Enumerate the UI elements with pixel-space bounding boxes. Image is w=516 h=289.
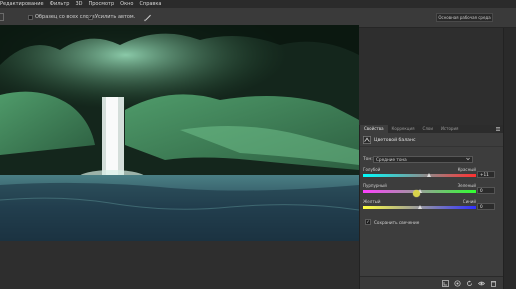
slider-left-label: Пурпурный (363, 183, 387, 188)
properties-panel: Свойства Коррекция Слои История Цветовой… (359, 125, 504, 289)
slider-right-label: Синий (462, 199, 476, 204)
auto-enhance-option[interactable]: ✓ Усилить автом. (88, 14, 135, 20)
clip-layer-icon[interactable] (442, 280, 449, 287)
tab-history[interactable]: История (437, 125, 463, 133)
image-canvas[interactable] (0, 25, 359, 241)
slider-left-label: Голубой (363, 167, 381, 172)
tool-options-button[interactable] (0, 13, 4, 21)
tab-adjustments[interactable]: Коррекция (388, 125, 419, 133)
slider-right-label: Зеленый (457, 183, 476, 188)
yellow-blue-value[interactable]: 0 (477, 203, 495, 210)
magenta-green-value[interactable]: 0 (477, 187, 495, 194)
workspace-switcher[interactable]: Основная рабочая среда (436, 13, 493, 22)
menu-window[interactable]: Окно (120, 1, 133, 7)
auto-enhance-checkbox[interactable]: ✓ (88, 14, 93, 20)
tone-value: Средние тона (376, 156, 407, 162)
preserve-luminosity-checkbox[interactable]: ✓ (365, 219, 371, 225)
preserve-luminosity-option[interactable]: ✓ Сохранить свечение (365, 219, 419, 225)
adjustment-header: Цветовой баланс (360, 134, 504, 147)
tab-layers[interactable]: Слои (419, 125, 437, 133)
mouse-cursor-highlight (413, 190, 420, 197)
tone-label: Тон: (363, 156, 373, 162)
menu-edit[interactable]: Редактирование (0, 1, 44, 7)
panel-menu-icon[interactable] (495, 126, 501, 132)
cyan-red-labels: Голубой Красный (363, 167, 476, 173)
adjustment-title: Цветовой баланс (374, 137, 416, 143)
slider-thumb[interactable] (417, 205, 422, 209)
tone-row: Тон: Средние тона (363, 155, 503, 163)
menu-3d[interactable]: 3D (75, 1, 82, 7)
auto-enhance-label: Усилить автом. (95, 14, 136, 20)
slider-right-label: Красный (457, 167, 476, 172)
brush-icon[interactable] (143, 13, 152, 22)
waterfall-image (0, 25, 359, 241)
yellow-blue-slider: Желтый Синий 0 (363, 199, 501, 219)
sample-all-layers-label: Образец со всех слоев (35, 14, 95, 20)
tab-properties[interactable]: Свойства (360, 125, 388, 133)
menu-filter[interactable]: Фильтр (50, 1, 70, 7)
menu-bar: Редактирование Фильтр 3D Просмотр Окно С… (0, 0, 516, 8)
panel-tabs: Свойства Коррекция Слои История (360, 125, 504, 133)
visibility-icon[interactable] (478, 280, 485, 287)
sample-all-layers-option[interactable]: Образец со всех слоев (28, 14, 95, 20)
reset-icon[interactable] (466, 280, 473, 287)
view-previous-icon[interactable] (454, 280, 461, 287)
panel-footer (360, 276, 504, 289)
menu-view[interactable]: Просмотр (88, 1, 114, 7)
trash-icon[interactable] (490, 280, 497, 287)
menu-help[interactable]: Справка (139, 1, 161, 7)
tone-dropdown[interactable]: Средние тона (373, 155, 473, 163)
right-dock-strip (503, 28, 516, 289)
color-balance-icon (363, 136, 371, 144)
cyan-red-value[interactable]: +11 (477, 171, 495, 178)
chevron-down-icon (466, 157, 470, 161)
sample-all-layers-checkbox[interactable] (28, 14, 33, 20)
slider-thumb[interactable] (426, 173, 431, 177)
preserve-luminosity-label: Сохранить свечение (374, 219, 420, 225)
slider-left-label: Желтый (363, 199, 381, 204)
cyan-red-track[interactable] (363, 174, 476, 177)
